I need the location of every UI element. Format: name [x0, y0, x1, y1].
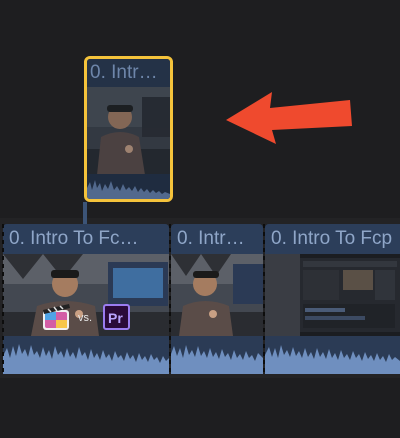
clip-title: 0. Intro To Fcp	[265, 224, 400, 254]
timeline[interactable]: 0. Intr… 0. Intro To Fc… vs. Pr 0. Intr……	[0, 0, 400, 438]
clip-waveform	[171, 336, 263, 374]
fcpx-clapper-icon	[41, 304, 71, 332]
timeline-clip[interactable]: 0. Intro To Fc… vs. Pr	[3, 224, 169, 374]
edit-point[interactable]	[169, 224, 171, 374]
clip-thumbnail	[171, 254, 263, 336]
vs-text: vs.	[78, 312, 93, 324]
connected-clip-waveform	[87, 174, 170, 199]
clip-thumbnail	[265, 254, 400, 336]
arrow-left-icon	[226, 92, 352, 144]
clip-title: 0. Intr…	[171, 224, 263, 254]
edit-point[interactable]	[2, 224, 4, 374]
edit-point[interactable]	[263, 224, 265, 374]
connected-clip-title: 0. Intr…	[87, 59, 170, 87]
clip-thumbnail: vs. Pr	[3, 254, 169, 336]
clip-title: 0. Intro To Fc…	[3, 224, 169, 254]
premiere-pro-icon: Pr	[103, 304, 130, 330]
clip-waveform	[3, 336, 169, 374]
svg-text:Pr: Pr	[108, 310, 123, 326]
connected-clip-thumbnail	[87, 87, 170, 175]
timeline-clip[interactable]: 0. Intro To Fcp	[265, 224, 400, 374]
timeline-clip[interactable]: 0. Intr…	[171, 224, 263, 374]
connected-clip[interactable]: 0. Intr…	[84, 56, 173, 202]
connection-line	[83, 202, 87, 224]
clip-waveform	[265, 336, 400, 374]
